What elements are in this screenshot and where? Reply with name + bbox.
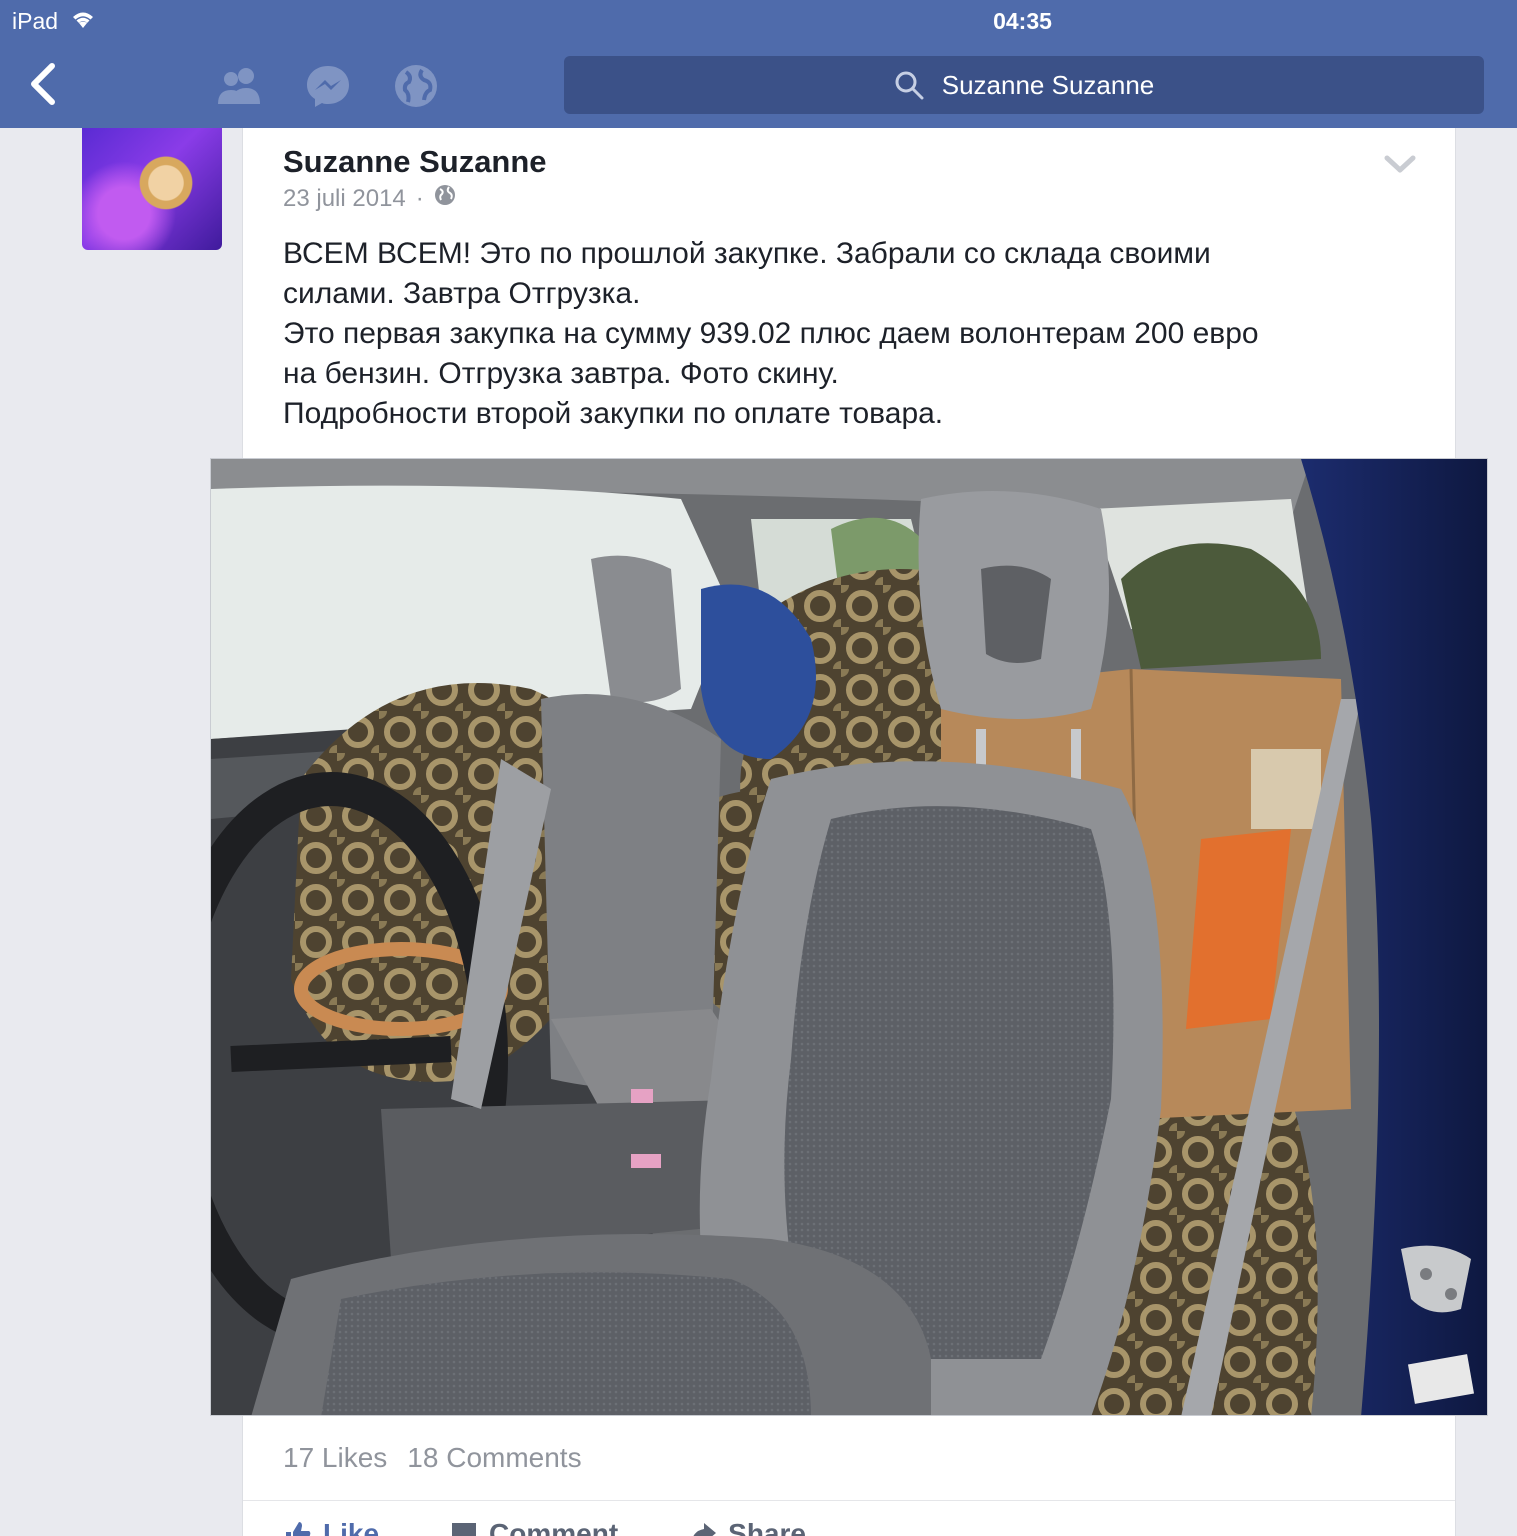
- post-stats: 17 Likes 18 Comments: [283, 1442, 582, 1474]
- like-button[interactable]: Like: [283, 1518, 379, 1536]
- search-value: Suzanne Suzanne: [941, 69, 1155, 100]
- clock: 04:35: [993, 8, 1052, 34]
- post-author[interactable]: Suzanne Suzanne: [283, 144, 547, 180]
- share-button[interactable]: Share: [688, 1518, 806, 1536]
- comment-icon: [452, 1523, 477, 1536]
- post-actions: Like Comment Share: [283, 1518, 806, 1536]
- share-label: Share: [728, 1518, 806, 1536]
- back-button[interactable]: [24, 62, 64, 106]
- post-text-line: Подробности второй закупки по оплате тов…: [283, 397, 944, 430]
- share-arrow-icon: [693, 1523, 717, 1536]
- nav-bar: Suzanne Suzanne: [0, 40, 1517, 128]
- comment-label: Comment: [489, 1518, 619, 1536]
- friends-icon[interactable]: [216, 62, 264, 110]
- post-text-line: Это первая закупка на сумму 939.02 плюс …: [283, 317, 1259, 350]
- divider: [243, 1500, 1455, 1501]
- thumbs-up-icon: [286, 1522, 311, 1536]
- privacy-globe-icon: [434, 184, 456, 213]
- post-options-chevron-icon[interactable]: [1383, 152, 1417, 176]
- comments-count[interactable]: 18 Comments: [407, 1442, 581, 1474]
- post-photo[interactable]: [210, 458, 1488, 1416]
- avatar[interactable]: [82, 128, 222, 250]
- likes-count[interactable]: 17 Likes: [283, 1442, 387, 1474]
- messenger-icon[interactable]: [304, 62, 352, 110]
- post-text-line: силами. Завтра Отгрузка.: [283, 277, 641, 310]
- search-icon: [894, 70, 924, 100]
- chevron-left-icon: [31, 63, 55, 105]
- comment-button[interactable]: Comment: [449, 1518, 618, 1536]
- post-text-line: на бензин. Отгрузка завтра. Фото скину.: [283, 357, 839, 390]
- post-meta: 23 juli 2014 ·: [283, 184, 456, 213]
- status-bar: iPad 04:35: [0, 0, 1517, 40]
- like-label: Like: [323, 1518, 380, 1536]
- post-date[interactable]: 23 juli 2014: [283, 185, 406, 213]
- search-input[interactable]: Suzanne Suzanne: [564, 56, 1484, 114]
- post-text: ВСЕМ ВСЕМ! Это по прошлой закупке. Забра…: [283, 234, 1423, 434]
- post-text-line: ВСЕМ ВСЕМ! Это по прошлой закупке. Забра…: [283, 237, 1211, 270]
- meta-separator: ·: [415, 184, 424, 212]
- globe-icon[interactable]: [392, 62, 440, 110]
